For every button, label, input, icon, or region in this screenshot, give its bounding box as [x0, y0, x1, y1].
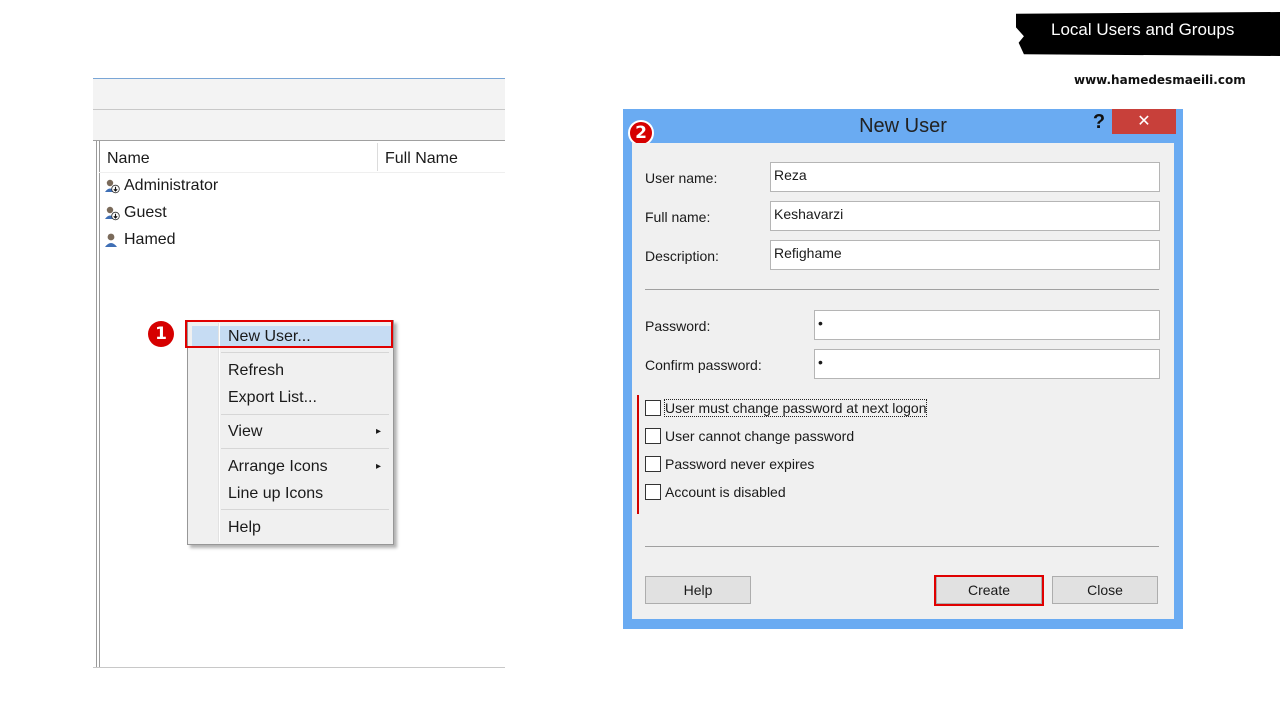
user-name: Hamed — [124, 231, 176, 248]
menu-separator — [221, 414, 389, 415]
panel-bottom-border — [93, 667, 505, 668]
submenu-arrow-icon: ▸ — [375, 461, 381, 472]
checkbox-password-never-expires[interactable]: Password never expires — [645, 454, 814, 474]
menu-item-refresh[interactable]: Refresh — [228, 359, 284, 383]
website-url: www.hamedesmaeili.com — [1074, 73, 1246, 87]
password-field[interactable]: • — [814, 310, 1160, 340]
list-item-hamed[interactable]: Hamed — [104, 229, 176, 251]
menu-gutter — [218, 323, 220, 542]
menu-item-help[interactable]: Help — [228, 516, 261, 540]
close-icon[interactable]: ✕ — [1112, 109, 1176, 134]
checkbox-label: User cannot change password — [665, 428, 855, 444]
checkbox-label: Account is disabled — [665, 484, 786, 500]
step-badge-1: 1 — [148, 321, 174, 347]
checkbox[interactable] — [645, 456, 661, 472]
submenu-arrow-icon: ▸ — [375, 426, 381, 437]
column-header-name[interactable]: Name — [107, 150, 150, 168]
user-down-icon — [104, 205, 120, 221]
checkbox-must-change-password[interactable]: User must change password at next logon — [645, 398, 928, 418]
toolbar — [93, 110, 505, 141]
new-user-dialog: New User ? ✕ 2 User name: Reza Full name… — [623, 109, 1183, 629]
menu-separator — [221, 509, 389, 510]
user-icon — [104, 232, 120, 248]
confirm-password-field[interactable]: • — [814, 349, 1160, 379]
description-field[interactable]: Refighame — [770, 240, 1160, 270]
close-button[interactable]: Close — [1052, 576, 1158, 604]
menu-item-arrange-icons[interactable]: Arrange Icons — [228, 455, 328, 479]
context-menu: New User... Refresh Export List... View … — [187, 320, 394, 545]
new-user-highlight-box — [185, 320, 393, 348]
menu-separator — [221, 448, 389, 449]
menu-bar — [93, 79, 505, 110]
column-separator[interactable] — [377, 143, 378, 171]
full-name-label: Full name: — [645, 209, 711, 225]
options-highlight-bar — [637, 395, 639, 514]
panel-left-border-inner — [96, 141, 97, 668]
user-down-icon — [104, 178, 120, 194]
banner-title: Local Users and Groups — [1051, 20, 1235, 39]
list-item-administrator[interactable]: Administrator — [104, 175, 218, 197]
checkbox-label: Password never expires — [665, 456, 815, 472]
user-name-field[interactable]: Reza — [770, 162, 1160, 192]
user-name-label: User name: — [645, 170, 718, 186]
description-label: Description: — [645, 248, 719, 264]
help-button[interactable]: Help — [645, 576, 751, 604]
checkbox[interactable] — [645, 428, 661, 444]
checkbox-account-disabled[interactable]: Account is disabled — [645, 482, 786, 502]
checkbox-label: User must change password at next logon — [663, 399, 928, 417]
column-header-full-name[interactable]: Full Name — [385, 150, 458, 168]
section-divider — [645, 289, 1159, 290]
buttons-divider — [645, 546, 1159, 547]
list-item-guest[interactable]: Guest — [104, 202, 167, 224]
menu-item-line-up-icons[interactable]: Line up Icons — [228, 482, 323, 506]
checkbox-cannot-change-password[interactable]: User cannot change password — [645, 426, 854, 446]
create-highlight-box — [934, 575, 1044, 606]
menu-item-view[interactable]: View — [228, 420, 262, 444]
user-name: Administrator — [124, 177, 219, 194]
password-label: Password: — [645, 318, 711, 334]
checkbox[interactable] — [645, 400, 661, 416]
full-name-field[interactable]: Keshavarzi — [770, 201, 1160, 231]
menu-item-export-list[interactable]: Export List... — [228, 386, 317, 410]
menu-separator — [221, 352, 389, 353]
dialog-body: User name: Reza Full name: Keshavarzi De… — [632, 143, 1174, 619]
confirm-password-label: Confirm password: — [645, 357, 762, 373]
header-divider — [99, 172, 505, 173]
checkbox[interactable] — [645, 484, 661, 500]
help-icon[interactable]: ? — [1086, 109, 1112, 137]
user-name: Guest — [124, 204, 167, 221]
